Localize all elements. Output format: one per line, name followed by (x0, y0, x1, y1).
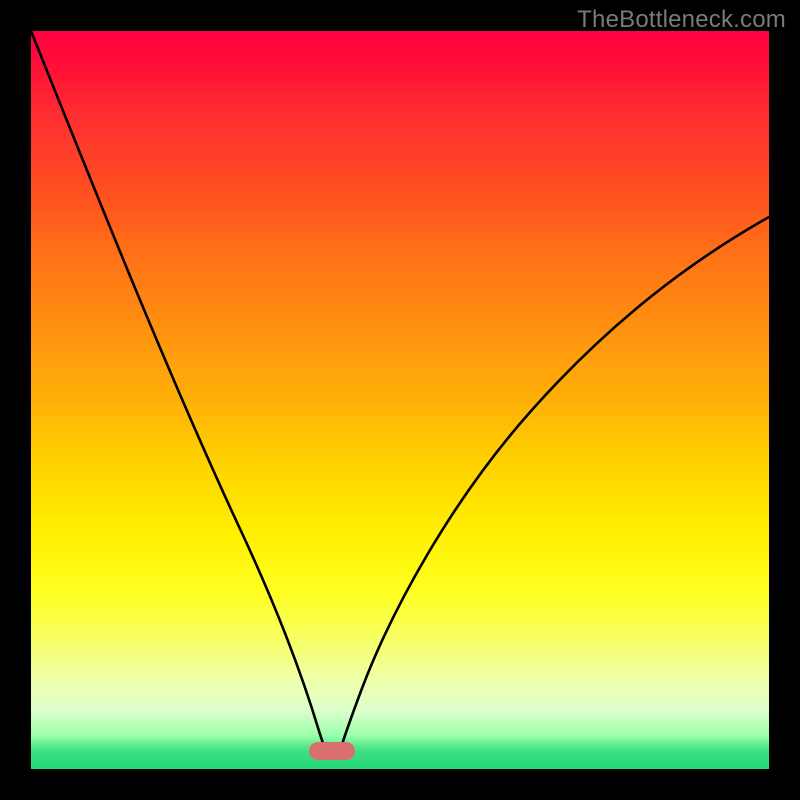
plot-area (31, 31, 769, 769)
curve-right-branch (339, 217, 769, 754)
curve-left-branch (31, 31, 327, 754)
bottleneck-curves (31, 31, 769, 769)
watermark-text: TheBottleneck.com (577, 6, 786, 34)
chart-frame: TheBottleneck.com (0, 0, 800, 800)
optimal-marker (309, 742, 355, 760)
